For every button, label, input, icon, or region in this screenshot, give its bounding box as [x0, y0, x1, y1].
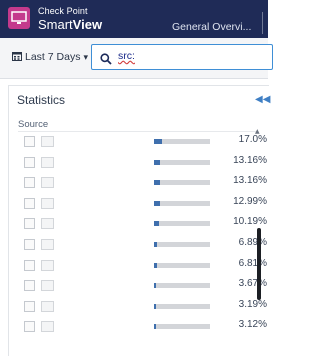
share-bar-fill [154, 200, 160, 206]
share-bar-track [154, 262, 210, 268]
row-checkbox[interactable] [24, 259, 35, 271]
source-type-icon [41, 300, 54, 312]
source-type-icon [41, 197, 54, 209]
search-icon[interactable] [100, 50, 112, 69]
row-checkbox[interactable] [24, 177, 35, 189]
monitor-logo-icon [8, 7, 30, 29]
share-bar-track [154, 200, 210, 206]
list-item[interactable]: 3.19% [9, 297, 267, 319]
chevron-down-icon: ▾ [83, 52, 88, 62]
row-checkbox[interactable] [24, 300, 35, 312]
calendar-icon [12, 51, 22, 64]
share-bar-fill [154, 324, 156, 330]
share-bar-fill [154, 221, 159, 227]
header-divider [262, 12, 263, 34]
app-header: Check Point SmartView General Overvi... [0, 0, 268, 38]
list-item[interactable]: 17.0% [9, 132, 267, 154]
row-checkbox[interactable] [24, 280, 35, 292]
source-type-icon [41, 259, 54, 271]
statistics-panel: Statistics ◀◀ Source 17.0% 13.16% 13.16% 12… [8, 85, 270, 356]
list-item[interactable]: 6.89% [9, 235, 267, 257]
share-bar-fill [154, 242, 157, 247]
search-query-text: src: [118, 50, 135, 62]
share-bar-fill [154, 180, 160, 186]
share-bar-track [154, 139, 210, 144]
share-percent: 3.19% [238, 298, 267, 310]
timerange-dropdown[interactable]: Last 7 Days ▾ [12, 51, 88, 64]
share-bar-track [154, 180, 210, 186]
double-chevron-left-icon[interactable]: ◀◀ [255, 94, 270, 105]
source-type-icon [41, 177, 54, 189]
share-bar-track [154, 242, 210, 247]
share-percent: 3.12% [238, 319, 267, 331]
share-bar-track [154, 283, 210, 289]
share-percent: 12.99% [233, 195, 267, 207]
source-type-icon [41, 218, 54, 230]
section-label-source: Source [18, 119, 49, 130]
share-bar-track [154, 324, 210, 330]
list-item[interactable]: 3.12% [9, 317, 267, 339]
list-item[interactable]: 12.99% [9, 194, 267, 216]
share-bar-fill [154, 262, 157, 268]
share-bar-fill [154, 303, 156, 309]
share-bar-fill [154, 139, 162, 144]
list-item[interactable]: 13.16% [9, 153, 267, 175]
list-item[interactable]: 13.16% [9, 173, 267, 195]
list-item[interactable]: 10.19% [9, 214, 267, 236]
search-input[interactable]: src: [91, 44, 273, 70]
share-bar-fill [154, 283, 156, 289]
scrollbar-thumb[interactable] [257, 228, 261, 300]
source-type-icon [41, 136, 54, 147]
row-checkbox[interactable] [24, 239, 35, 250]
row-checkbox[interactable] [24, 218, 35, 230]
row-checkbox[interactable] [24, 197, 35, 209]
brand-product: SmartView [38, 17, 103, 32]
share-percent: 17.0% [238, 134, 267, 145]
share-bar-track [154, 303, 210, 309]
share-percent: 13.16% [233, 154, 267, 166]
row-checkbox[interactable] [24, 136, 35, 147]
source-type-icon [41, 321, 54, 333]
tab-general-overview[interactable]: General Overvi... [172, 21, 251, 33]
panel-title: Statistics [17, 93, 66, 107]
share-percent: 10.19% [233, 216, 267, 228]
source-type-icon [41, 280, 54, 292]
scroll-up-icon[interactable]: ▲ [255, 128, 260, 135]
share-bar-track [154, 159, 210, 165]
source-type-icon [41, 156, 54, 168]
share-bar-track [154, 221, 210, 227]
list-item[interactable]: 6.81% [9, 256, 267, 278]
source-type-icon [41, 239, 54, 250]
row-checkbox[interactable] [24, 321, 35, 333]
share-bar-fill [154, 159, 160, 165]
list-item[interactable]: 3.67% [9, 276, 267, 298]
row-checkbox[interactable] [24, 156, 35, 168]
share-percent: 13.16% [233, 175, 267, 187]
timerange-label: Last 7 Days [25, 51, 81, 63]
brand-company: Check Point [38, 6, 88, 16]
